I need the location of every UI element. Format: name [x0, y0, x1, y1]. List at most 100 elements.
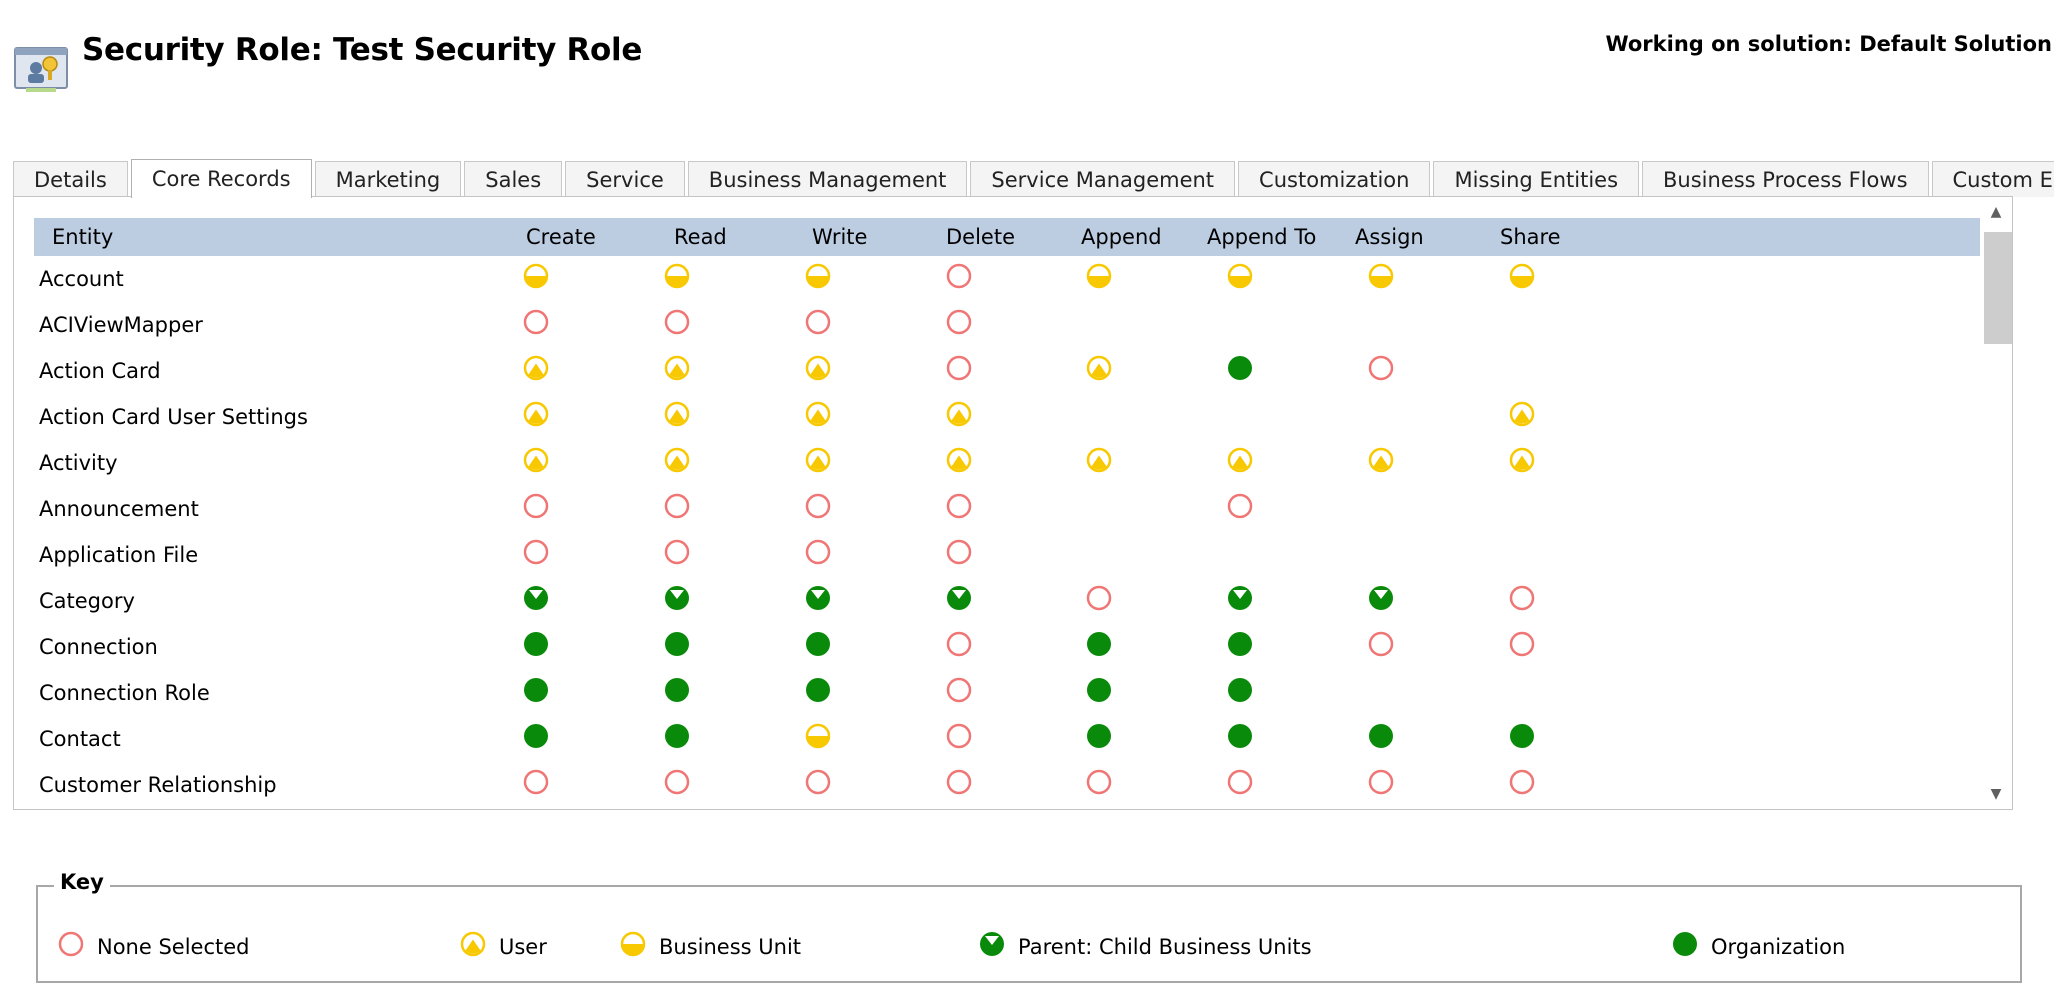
business-unit-level-icon[interactable]	[804, 722, 832, 750]
business-unit-level-icon[interactable]	[522, 262, 550, 290]
tab-business-process-flows[interactable]: Business Process Flows	[1642, 161, 1929, 197]
tab-custom-entities[interactable]: Custom Entities	[1931, 161, 2054, 197]
business-unit-level-icon[interactable]	[804, 262, 832, 290]
organization-level-icon[interactable]	[1226, 676, 1254, 704]
tab-business-management[interactable]: Business Management	[687, 161, 968, 197]
organization-level-icon[interactable]	[804, 676, 832, 704]
scroll-up-button[interactable]: ▲	[1980, 197, 2012, 227]
user-level-icon[interactable]	[663, 400, 691, 428]
none-selected-icon[interactable]	[663, 768, 691, 796]
tab-customization[interactable]: Customization	[1238, 161, 1431, 197]
organization-level-icon[interactable]	[522, 630, 550, 658]
user-level-icon[interactable]	[1226, 446, 1254, 474]
none-selected-icon[interactable]	[945, 492, 973, 520]
user-level-icon[interactable]	[945, 446, 973, 474]
none-selected-icon[interactable]	[945, 308, 973, 336]
entity-name: Application File	[39, 543, 199, 567]
tab-service[interactable]: Service	[565, 161, 685, 197]
none-selected-icon[interactable]	[1085, 768, 1113, 796]
business-unit-level-icon[interactable]	[663, 262, 691, 290]
user-level-icon[interactable]	[1508, 400, 1536, 428]
parent-child-level-icon[interactable]	[804, 584, 832, 612]
parent-child-level-icon[interactable]	[945, 584, 973, 612]
parent-child-level-icon[interactable]	[522, 584, 550, 612]
none-selected-icon[interactable]	[945, 630, 973, 658]
none-selected-icon[interactable]	[1226, 768, 1254, 796]
none-selected-icon[interactable]	[522, 768, 550, 796]
none-selected-icon[interactable]	[522, 538, 550, 566]
none-selected-icon[interactable]	[522, 492, 550, 520]
none-selected-icon[interactable]	[1085, 584, 1113, 612]
organization-level-icon[interactable]	[1085, 722, 1113, 750]
organization-level-icon[interactable]	[804, 630, 832, 658]
tab-service-management[interactable]: Service Management	[970, 161, 1236, 197]
none-selected-icon[interactable]	[945, 768, 973, 796]
scroll-thumb[interactable]	[1984, 232, 2012, 344]
business-unit-level-icon[interactable]	[1085, 262, 1113, 290]
organization-level-icon[interactable]	[1367, 722, 1395, 750]
organization-level-icon[interactable]	[1085, 630, 1113, 658]
none-selected-icon[interactable]	[1508, 630, 1536, 658]
none-selected-icon[interactable]	[1508, 584, 1536, 612]
organization-level-icon[interactable]	[1085, 676, 1113, 704]
organization-level-icon[interactable]	[1508, 722, 1536, 750]
none-selected-icon[interactable]	[945, 354, 973, 382]
entity-name: Announcement	[39, 497, 199, 521]
user-level-icon[interactable]	[804, 354, 832, 382]
tab-details[interactable]: Details	[13, 161, 128, 197]
none-selected-icon[interactable]	[1367, 354, 1395, 382]
none-selected-icon[interactable]	[663, 538, 691, 566]
none-selected-icon[interactable]	[945, 722, 973, 750]
user-level-icon[interactable]	[945, 400, 973, 428]
user-level-icon[interactable]	[663, 446, 691, 474]
none-selected-icon[interactable]	[945, 262, 973, 290]
none-selected-icon[interactable]	[522, 308, 550, 336]
organization-level-icon[interactable]	[522, 676, 550, 704]
none-selected-icon[interactable]	[1508, 768, 1536, 796]
entity-name: Connection	[39, 635, 158, 659]
none-selected-icon[interactable]	[804, 768, 832, 796]
user-level-icon[interactable]	[804, 446, 832, 474]
parent-child-level-icon[interactable]	[1367, 584, 1395, 612]
vertical-scrollbar[interactable]: ▲ ▼	[1980, 197, 2012, 809]
organization-level-icon[interactable]	[1226, 722, 1254, 750]
business-unit-level-icon[interactable]	[1367, 262, 1395, 290]
none-selected-icon[interactable]	[804, 492, 832, 520]
scroll-down-button[interactable]: ▼	[1980, 779, 2012, 809]
none-selected-icon[interactable]	[1367, 768, 1395, 796]
none-selected-icon[interactable]	[1367, 630, 1395, 658]
tab-marketing[interactable]: Marketing	[314, 161, 462, 197]
none-selected-icon[interactable]	[804, 308, 832, 336]
none-selected-icon[interactable]	[945, 538, 973, 566]
none-selected-icon[interactable]	[945, 676, 973, 704]
organization-level-icon[interactable]	[1226, 354, 1254, 382]
business-unit-level-icon[interactable]	[1508, 262, 1536, 290]
parent-child-level-icon[interactable]	[1226, 584, 1254, 612]
user-level-icon[interactable]	[663, 354, 691, 382]
entity-name: Activity	[39, 451, 118, 475]
user-level-icon[interactable]	[1367, 446, 1395, 474]
parent-child-level-icon[interactable]	[663, 584, 691, 612]
user-level-icon[interactable]	[1085, 354, 1113, 382]
none-selected-icon[interactable]	[663, 492, 691, 520]
user-level-icon[interactable]	[804, 400, 832, 428]
none-selected-icon[interactable]	[1226, 492, 1254, 520]
organization-level-icon[interactable]	[663, 722, 691, 750]
tab-sales[interactable]: Sales	[464, 161, 563, 197]
organization-level-icon[interactable]	[522, 722, 550, 750]
none-selected-icon[interactable]	[804, 538, 832, 566]
column-header-append-to: Append To	[1207, 225, 1317, 249]
none-selected-icon	[57, 930, 85, 958]
user-level-icon[interactable]	[1508, 446, 1536, 474]
user-level-icon[interactable]	[522, 400, 550, 428]
tab-missing-entities[interactable]: Missing Entities	[1433, 161, 1640, 197]
user-level-icon[interactable]	[1085, 446, 1113, 474]
tab-core-records[interactable]: Core Records	[130, 159, 312, 198]
none-selected-icon[interactable]	[663, 308, 691, 336]
user-level-icon[interactable]	[522, 446, 550, 474]
organization-level-icon[interactable]	[663, 676, 691, 704]
user-level-icon[interactable]	[522, 354, 550, 382]
organization-level-icon[interactable]	[663, 630, 691, 658]
business-unit-level-icon[interactable]	[1226, 262, 1254, 290]
organization-level-icon[interactable]	[1226, 630, 1254, 658]
